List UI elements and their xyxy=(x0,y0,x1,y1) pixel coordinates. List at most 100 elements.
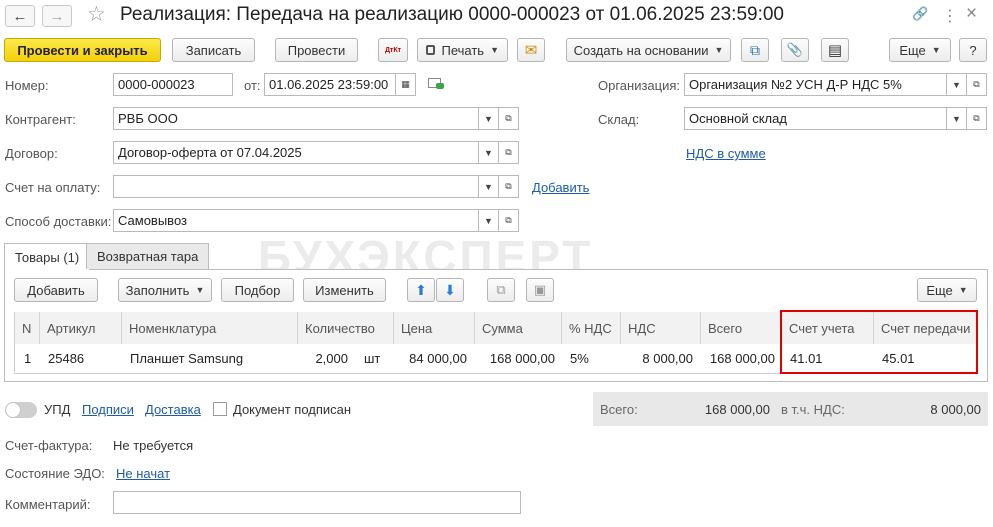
arrow-left-icon: ← xyxy=(12,7,28,25)
paste-button[interactable]: ▣ xyxy=(526,278,554,302)
column-header-vat[interactable]: НДС xyxy=(621,312,701,344)
tab-goods[interactable]: Товары (1) xyxy=(4,243,91,270)
date-field[interactable]: 01.06.2025 23:59:00 xyxy=(264,73,396,96)
arrow-down-icon: ⬇ xyxy=(444,281,456,298)
column-header-nomenclature[interactable]: Номенклатура xyxy=(122,312,298,344)
change-button[interactable]: Изменить xyxy=(303,278,386,302)
open-icon[interactable]: ⧉ xyxy=(498,209,519,232)
column-header-article[interactable]: Артикул xyxy=(40,312,122,344)
chevron-down-icon: ▼ xyxy=(958,285,968,295)
open-icon[interactable]: ⧉ xyxy=(498,141,519,164)
comment-field[interactable] xyxy=(113,491,521,514)
dt-kt-icon: ДтКт xyxy=(384,46,402,54)
invoice-label: Счет на оплату: xyxy=(5,180,101,195)
edo-status-label: Состояние ЭДО: xyxy=(5,466,105,481)
selection-button[interactable]: Подбор xyxy=(221,278,294,302)
tab-returnable-packaging[interactable]: Возвратная тара xyxy=(86,243,210,269)
open-icon[interactable]: ⧉ xyxy=(498,107,519,130)
help-button[interactable]: ? xyxy=(959,38,987,62)
cell-sum: 168 000,00 xyxy=(489,350,555,366)
delivery-method-field[interactable]: Самовывоз xyxy=(113,209,479,232)
document-check-icon[interactable] xyxy=(428,78,444,89)
invoice-status-value: Не требуется xyxy=(113,438,194,453)
column-header-quantity[interactable]: Количество xyxy=(298,312,394,344)
forward-button[interactable]: → xyxy=(42,5,72,27)
upd-toggle[interactable] xyxy=(5,402,37,418)
move-up-button[interactable]: ⬆ xyxy=(407,278,435,302)
chevron-down-icon: ▼ xyxy=(195,285,205,295)
edo-status-link[interactable]: Не начат xyxy=(116,466,170,481)
add-invoice-link[interactable]: Добавить xyxy=(532,180,589,195)
chevron-down-icon: ▼ xyxy=(931,45,941,55)
warehouse-label: Склад: xyxy=(598,112,640,127)
vat-in-sum-link[interactable]: НДС в сумме xyxy=(686,146,766,161)
post-button[interactable]: Провести xyxy=(275,38,358,62)
link-icon[interactable]: 🔗 xyxy=(912,6,928,22)
fill-button[interactable]: Заполнить ▼ xyxy=(118,278,212,302)
dropdown-chevron-icon[interactable]: ▼ xyxy=(478,175,499,198)
paperclip-icon: 📎 xyxy=(786,42,804,57)
dropdown-chevron-icon[interactable]: ▼ xyxy=(478,209,499,232)
cell-transfer-account: 45.01 xyxy=(882,350,915,366)
vat-total-value: 8 000,00 xyxy=(930,402,981,417)
column-header-sum[interactable]: Сумма xyxy=(475,312,562,344)
move-down-button[interactable]: ⬇ xyxy=(436,278,464,302)
structure-button[interactable]: ⧉ xyxy=(741,38,769,62)
cell-vat: 8 000,00 xyxy=(642,350,693,366)
organization-field[interactable]: Организация №2 УСН Д-Р НДС 5% xyxy=(684,73,947,96)
number-label: Номер: xyxy=(5,78,49,93)
vat-incl-label: в т.ч. НДС: xyxy=(781,402,845,417)
signed-checkbox[interactable] xyxy=(213,402,227,416)
structure-icon: ⧉ xyxy=(750,41,760,58)
contract-field[interactable]: Договор-оферта от 07.04.2025 xyxy=(113,141,479,164)
back-button[interactable]: ← xyxy=(5,5,35,27)
arrow-up-icon: ⬆ xyxy=(415,281,427,298)
dropdown-chevron-icon[interactable]: ▼ xyxy=(478,107,499,130)
post-and-close-button[interactable]: Провести и закрыть xyxy=(4,38,161,62)
add-row-button[interactable]: Добавить xyxy=(14,278,98,302)
calendar-icon[interactable]: ▦ xyxy=(395,73,416,96)
contract-label: Договор: xyxy=(5,146,58,161)
column-header-transfer-account[interactable]: Счет передачи xyxy=(874,312,977,344)
print-label: Печать xyxy=(441,42,485,58)
report-button[interactable]: ▤ xyxy=(821,38,849,62)
column-header-vat-rate[interactable]: % НДС xyxy=(562,312,621,344)
create-based-on-button[interactable]: Создать на основании ▼ xyxy=(566,38,731,62)
dropdown-chevron-icon[interactable]: ▼ xyxy=(946,107,967,130)
signatures-link[interactable]: Подписи xyxy=(82,402,134,417)
comment-label: Комментарий: xyxy=(5,497,91,512)
dropdown-chevron-icon[interactable]: ▼ xyxy=(478,141,499,164)
printer-icon xyxy=(426,45,436,55)
invoice-field[interactable] xyxy=(113,175,479,198)
envelope-icon: ✉ xyxy=(524,42,538,59)
copy-button[interactable]: ⧉ xyxy=(487,278,515,302)
more-options-icon[interactable]: ⋮ xyxy=(942,6,958,26)
email-button[interactable]: ✉ xyxy=(517,38,545,62)
open-icon[interactable]: ⧉ xyxy=(498,175,519,198)
print-button[interactable]: Печать ▼ xyxy=(417,38,508,62)
column-header-account[interactable]: Счет учета xyxy=(782,312,874,344)
table-more-button[interactable]: Еще ▼ xyxy=(917,278,977,302)
delivery-link[interactable]: Доставка xyxy=(145,402,201,417)
more-button[interactable]: Еще ▼ xyxy=(889,38,951,62)
attach-button[interactable]: 📎 xyxy=(781,38,809,62)
column-header-price[interactable]: Цена xyxy=(394,312,475,344)
number-field[interactable]: 0000-000023 xyxy=(113,73,233,96)
dropdown-chevron-icon[interactable]: ▼ xyxy=(946,73,967,96)
total-value: 168 000,00 xyxy=(704,402,770,417)
column-header-n[interactable]: N xyxy=(15,312,40,344)
open-icon[interactable]: ⧉ xyxy=(966,73,987,96)
open-icon[interactable]: ⧉ xyxy=(966,107,987,130)
copy-icon: ⧉ xyxy=(496,282,506,297)
paste-icon: ▣ xyxy=(533,282,547,297)
favorite-star-icon[interactable]: ☆ xyxy=(87,2,106,27)
counterparty-field[interactable]: РВБ ООО xyxy=(113,107,479,130)
save-button[interactable]: Записать xyxy=(172,38,255,62)
close-icon[interactable]: × xyxy=(966,3,977,25)
arrow-right-icon: → xyxy=(49,7,65,25)
organization-label: Организация: xyxy=(598,78,681,93)
dt-kt-button[interactable]: ДтКт xyxy=(378,38,408,62)
column-header-total[interactable]: Всего xyxy=(701,312,782,344)
warehouse-field[interactable]: Основной склад xyxy=(684,107,947,130)
cell-account: 41.01 xyxy=(790,350,823,366)
